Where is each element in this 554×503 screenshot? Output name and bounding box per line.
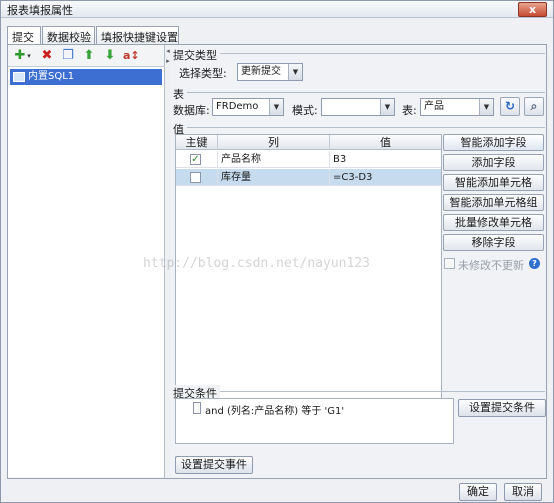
table-row[interactable]: 库存量 =C3-D3 xyxy=(176,169,441,186)
chevron-down-icon: ▼ xyxy=(479,99,493,115)
table-label: 表: xyxy=(402,104,417,117)
tab-submit[interactable]: 提交 xyxy=(7,26,41,46)
database-select[interactable]: FRDemo ▼ xyxy=(212,98,284,116)
table-header: 主键 列 值 xyxy=(176,135,441,150)
watermark-text: http://blog.csdn.net/nayun123 xyxy=(143,256,370,271)
submit-type-group-label: 提交类型 xyxy=(173,47,220,63)
help-icon[interactable]: ? xyxy=(529,258,540,269)
refresh-button[interactable]: ↻ xyxy=(500,97,520,116)
tree-item-builtin-sql[interactable]: 内置SQL1 xyxy=(10,69,162,85)
cancel-button[interactable]: 取消 xyxy=(504,483,542,501)
dialog-footer: 确定 取消 xyxy=(1,481,553,502)
table-value: 产品 xyxy=(424,101,444,112)
condition-item[interactable]: and (列名:产品名称) 等于 'G1' xyxy=(205,402,344,417)
submit-type-select[interactable]: 更新提交 ▼ xyxy=(237,63,303,81)
unmodified-no-update-label: 未修改不更新 xyxy=(458,259,524,272)
group-divider xyxy=(173,53,545,54)
condition-list[interactable]: and (列名:产品名称) 等于 'G1' xyxy=(175,398,454,444)
preview-button[interactable]: ⌕ xyxy=(524,97,544,116)
smart-add-cell-button[interactable]: 智能添加单元格 xyxy=(443,174,544,191)
column-cell[interactable]: 产品名称 xyxy=(218,151,330,168)
submit-type-value: 更新提交 xyxy=(241,66,281,77)
mode-label: 模式: xyxy=(292,104,318,117)
column-header-column[interactable]: 列 xyxy=(218,135,330,150)
value-cell[interactable]: B3 xyxy=(330,151,441,168)
title-bar[interactable]: 报表填报属性 x xyxy=(1,1,553,18)
key-cell[interactable] xyxy=(176,169,218,186)
set-condition-button[interactable]: 设置提交条件 xyxy=(458,399,546,417)
unmodified-no-update-checkbox[interactable] xyxy=(444,258,455,269)
remove-field-button[interactable]: 移除字段 xyxy=(443,234,544,251)
tree-item-label: 内置SQL1 xyxy=(28,71,75,82)
left-toolbar: ✚ ▾ ✖ ❐ ⬆ ⬇ a↕ xyxy=(8,45,165,67)
database-label: 数据库: xyxy=(173,104,210,117)
add-field-button[interactable]: 添加字段 xyxy=(443,154,544,171)
batch-modify-cells-button[interactable]: 批量修改单元格 xyxy=(443,214,544,231)
magnifier-icon: ⌕ xyxy=(530,99,538,113)
window-title: 报表填报属性 xyxy=(7,4,73,17)
group-divider xyxy=(173,92,545,93)
chevron-down-icon: ▼ xyxy=(269,99,283,115)
value-cell[interactable]: =C3-D3 xyxy=(330,169,441,186)
values-table[interactable]: 主键 列 值 ✓ 产品名称 B3 库存量 =C3-D3 xyxy=(175,134,442,419)
set-submit-event-button[interactable]: 设置提交事件 xyxy=(175,456,253,474)
submit-type-label: 选择类型: xyxy=(179,67,227,80)
group-divider xyxy=(173,391,545,392)
chevron-down-icon: ▼ xyxy=(288,64,302,80)
ok-button[interactable]: 确定 xyxy=(459,483,497,501)
copy-icon[interactable]: ❐ xyxy=(60,48,76,64)
table-select[interactable]: 产品 ▼ xyxy=(420,98,494,116)
column-cell[interactable]: 库存量 xyxy=(218,169,330,186)
column-header-value[interactable]: 值 xyxy=(330,135,441,150)
refresh-icon: ↻ xyxy=(504,99,516,113)
delete-icon[interactable]: ✖ xyxy=(39,48,55,64)
table-row[interactable]: ✓ 产品名称 B3 xyxy=(176,151,441,168)
move-down-icon[interactable]: ⬇ xyxy=(102,48,118,64)
smart-add-cell-group-button[interactable]: 智能添加单元格组 xyxy=(443,194,544,211)
condition-item-icon xyxy=(193,402,201,414)
tab-shortcut-settings[interactable]: 填报快捷键设置 xyxy=(96,26,179,45)
column-header-key[interactable]: 主键 xyxy=(176,135,218,150)
dialog-window: 报表填报属性 x 提交 数据校验 填报快捷键设置 ✚ ▾ ✖ ❐ ⬆ ⬇ a↕ … xyxy=(0,0,554,503)
primary-key-checkbox[interactable]: ✓ xyxy=(190,154,201,165)
left-pane: ✚ ▾ ✖ ❐ ⬆ ⬇ a↕ 内置SQL1 xyxy=(8,45,165,478)
database-value: FRDemo xyxy=(216,101,259,112)
add-dropdown-icon[interactable]: ▾ xyxy=(25,48,33,64)
tab-data-validation[interactable]: 数据校验 xyxy=(42,26,95,45)
close-button[interactable]: x xyxy=(518,2,547,17)
chevron-down-icon: ▼ xyxy=(380,99,394,115)
key-cell[interactable]: ✓ xyxy=(176,151,218,168)
mode-select[interactable]: ▼ xyxy=(321,98,395,116)
group-divider xyxy=(173,127,545,128)
sql-tree[interactable]: 内置SQL1 xyxy=(8,67,164,477)
sql-item-icon xyxy=(13,72,25,82)
primary-key-checkbox[interactable] xyxy=(190,172,201,183)
sort-icon[interactable]: a↕ xyxy=(123,48,140,64)
smart-add-field-button[interactable]: 智能添加字段 xyxy=(443,134,544,151)
move-up-icon[interactable]: ⬆ xyxy=(81,48,97,64)
table-group-label: 表 xyxy=(173,86,187,102)
